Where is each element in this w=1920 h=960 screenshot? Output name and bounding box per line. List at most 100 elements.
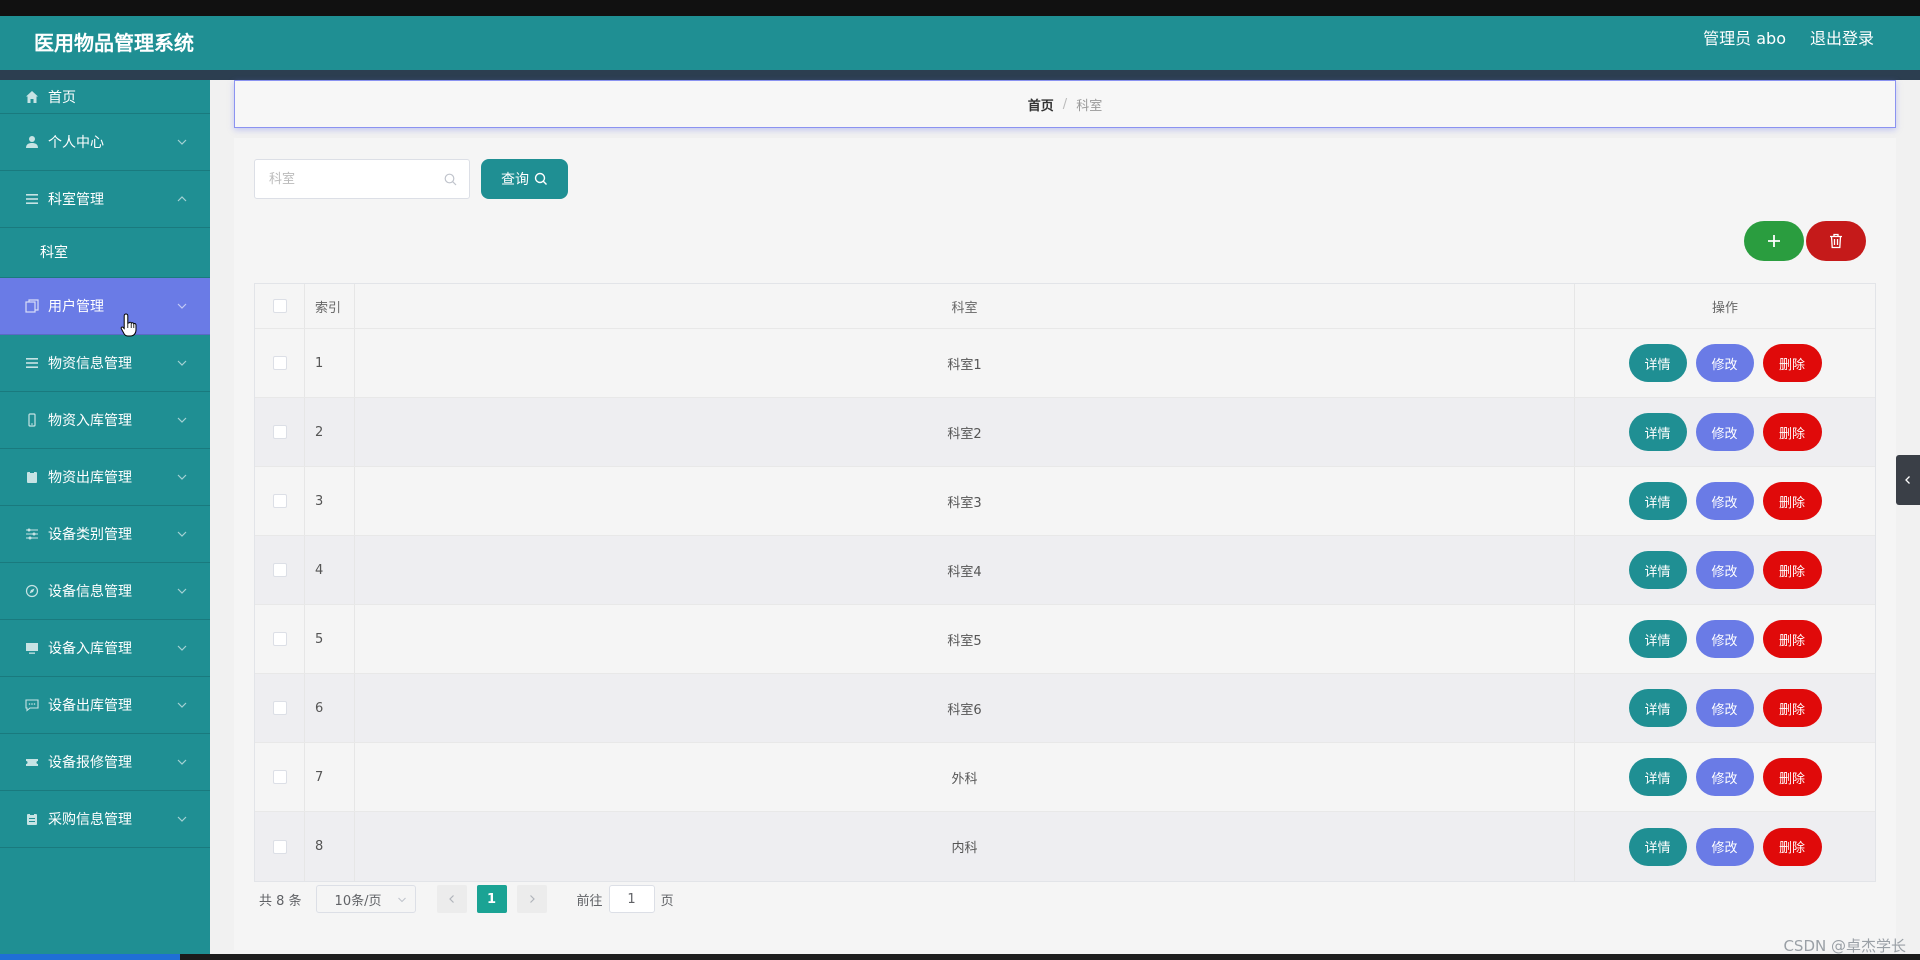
chevron-down-icon bbox=[177, 474, 187, 480]
row-checkbox[interactable] bbox=[272, 770, 287, 784]
sidebar-item-label: 设备入库管理 bbox=[48, 641, 132, 657]
row-checkbox[interactable] bbox=[272, 563, 287, 577]
main-content: 首页 / 科室 查询 索引 科室 操作 1 科室1 bbox=[210, 80, 1920, 955]
chevron-left-icon bbox=[1905, 476, 1910, 484]
row-index: 1 bbox=[305, 329, 355, 397]
detail-button[interactable]: 详情 bbox=[1628, 413, 1687, 451]
sidebar-item-label: 物资入库管理 bbox=[48, 413, 132, 429]
sidebar-item-label: 采购信息管理 bbox=[48, 812, 132, 828]
sidebar-item-equipment-repair[interactable]: 设备报修管理 bbox=[0, 734, 210, 791]
row-checkbox[interactable] bbox=[272, 839, 287, 854]
sidebar-item-label: 设备信息管理 bbox=[48, 584, 132, 600]
detail-button[interactable]: 详情 bbox=[1628, 551, 1687, 589]
detail-button[interactable]: 详情 bbox=[1628, 689, 1687, 727]
sidebar-item-label: 设备出库管理 bbox=[48, 698, 132, 714]
hand-pointer-icon bbox=[120, 313, 137, 337]
sidebar-item-supply-inbound[interactable]: 物资入库管理 bbox=[0, 392, 210, 449]
compass-icon bbox=[24, 583, 40, 599]
delete-button[interactable]: 删除 bbox=[1762, 689, 1822, 727]
goto-page-input[interactable] bbox=[608, 885, 655, 913]
copy-icon bbox=[24, 298, 40, 314]
table-row: 2 科室2 详情 修改 删除 bbox=[255, 398, 1875, 467]
row-checkbox[interactable] bbox=[272, 425, 287, 439]
row-checkbox[interactable] bbox=[272, 356, 287, 370]
detail-button[interactable]: 详情 bbox=[1628, 482, 1687, 520]
batch-delete-button[interactable] bbox=[1806, 221, 1866, 261]
sidebar-subitem-department[interactable]: 科室 bbox=[0, 228, 210, 278]
detail-button[interactable]: 详情 bbox=[1628, 620, 1687, 658]
sidebar-item-equipment-outbound[interactable]: 设备出库管理 bbox=[0, 677, 210, 734]
row-checkbox[interactable] bbox=[272, 701, 287, 715]
delete-button[interactable]: 删除 bbox=[1762, 482, 1822, 520]
list-icon bbox=[24, 355, 40, 371]
detail-button[interactable]: 详情 bbox=[1628, 827, 1687, 866]
row-checkbox[interactable] bbox=[272, 632, 287, 646]
delete-button[interactable]: 删除 bbox=[1762, 620, 1822, 658]
delete-button[interactable]: 删除 bbox=[1762, 827, 1822, 866]
edit-button[interactable]: 修改 bbox=[1695, 344, 1754, 382]
table-row: 7 外科 详情 修改 删除 bbox=[255, 743, 1875, 812]
collapse-panel-handle[interactable] bbox=[1896, 455, 1920, 505]
row-index: 4 bbox=[305, 536, 355, 604]
sidebar-item-label: 首页 bbox=[48, 89, 76, 106]
user-icon bbox=[24, 134, 40, 150]
department-search-input[interactable] bbox=[254, 159, 470, 199]
current-user: 管理员 abo bbox=[1703, 29, 1786, 48]
delete-button[interactable]: 删除 bbox=[1762, 413, 1822, 451]
sidebar-item-purchase-info[interactable]: 采购信息管理 bbox=[0, 791, 210, 848]
row-checkbox[interactable] bbox=[272, 494, 287, 508]
edit-button[interactable]: 修改 bbox=[1695, 413, 1754, 451]
sidebar-item-department-management[interactable]: 科室管理 bbox=[0, 171, 210, 228]
logout-link[interactable]: 退出登录 bbox=[1810, 16, 1874, 62]
chevron-down-icon bbox=[177, 531, 187, 537]
edit-button[interactable]: 修改 bbox=[1695, 758, 1754, 796]
edit-button[interactable]: 修改 bbox=[1695, 689, 1754, 727]
select-all-checkbox[interactable] bbox=[272, 299, 287, 313]
breadcrumb-home[interactable]: 首页 bbox=[1028, 95, 1054, 114]
breadcrumb-current: 科室 bbox=[1076, 98, 1103, 114]
edit-button[interactable]: 修改 bbox=[1695, 482, 1754, 520]
video-progress-bar[interactable] bbox=[0, 954, 1920, 960]
detail-button[interactable]: 详情 bbox=[1628, 758, 1687, 796]
detail-button[interactable]: 详情 bbox=[1628, 344, 1687, 382]
table-row: 5 科室5 详情 修改 删除 bbox=[255, 605, 1875, 674]
row-index: 6 bbox=[305, 674, 355, 742]
prev-page-button[interactable] bbox=[436, 885, 467, 913]
row-department: 科室3 bbox=[355, 467, 1575, 535]
row-index: 8 bbox=[305, 812, 355, 881]
edit-button[interactable]: 修改 bbox=[1695, 551, 1754, 589]
page-size-select[interactable]: 10条/页 bbox=[315, 885, 416, 913]
sidebar-item-equipment-info[interactable]: 设备信息管理 bbox=[0, 563, 210, 620]
sidebar-item-supply-info[interactable]: 物资信息管理 bbox=[0, 335, 210, 392]
delete-button[interactable]: 删除 bbox=[1762, 551, 1822, 589]
row-actions: 详情 修改 删除 bbox=[1575, 398, 1875, 466]
row-index: 3 bbox=[305, 467, 355, 535]
home-icon bbox=[24, 89, 40, 105]
edit-button[interactable]: 修改 bbox=[1695, 827, 1754, 866]
table-row: 1 科室1 详情 修改 删除 bbox=[255, 329, 1875, 398]
next-page-button[interactable] bbox=[516, 885, 547, 913]
table-header-row: 索引 科室 操作 bbox=[255, 284, 1875, 329]
row-checkbox-cell bbox=[255, 536, 305, 604]
sidebar-item-user-management[interactable]: 用户管理 bbox=[0, 278, 210, 335]
goto-label: 前往 bbox=[576, 893, 603, 909]
sidebar-item-home[interactable]: 首页 bbox=[0, 80, 210, 114]
sidebar-item-equipment-category[interactable]: 设备类别管理 bbox=[0, 506, 210, 563]
sidebar-item-personal-center[interactable]: 个人中心 bbox=[0, 114, 210, 171]
row-checkbox-cell bbox=[255, 329, 305, 397]
query-button[interactable]: 查询 bbox=[481, 159, 568, 199]
add-button[interactable] bbox=[1744, 221, 1804, 261]
delete-button[interactable]: 删除 bbox=[1762, 344, 1822, 382]
page-number-button[interactable]: 1 bbox=[476, 885, 507, 913]
edit-button[interactable]: 修改 bbox=[1695, 620, 1754, 658]
search-icon bbox=[534, 172, 547, 185]
sidebar-item-supply-outbound[interactable]: 物资出库管理 bbox=[0, 449, 210, 506]
app-title: 医用物品管理系统 bbox=[34, 31, 194, 55]
row-actions: 详情 修改 删除 bbox=[1575, 329, 1875, 397]
row-checkbox-cell bbox=[255, 674, 305, 742]
sidebar-item-label: 设备类别管理 bbox=[48, 527, 132, 543]
delete-button[interactable]: 删除 bbox=[1762, 758, 1822, 796]
sidebar-item-equipment-inbound[interactable]: 设备入库管理 bbox=[0, 620, 210, 677]
row-index: 7 bbox=[305, 743, 355, 811]
row-department: 科室5 bbox=[355, 605, 1575, 673]
